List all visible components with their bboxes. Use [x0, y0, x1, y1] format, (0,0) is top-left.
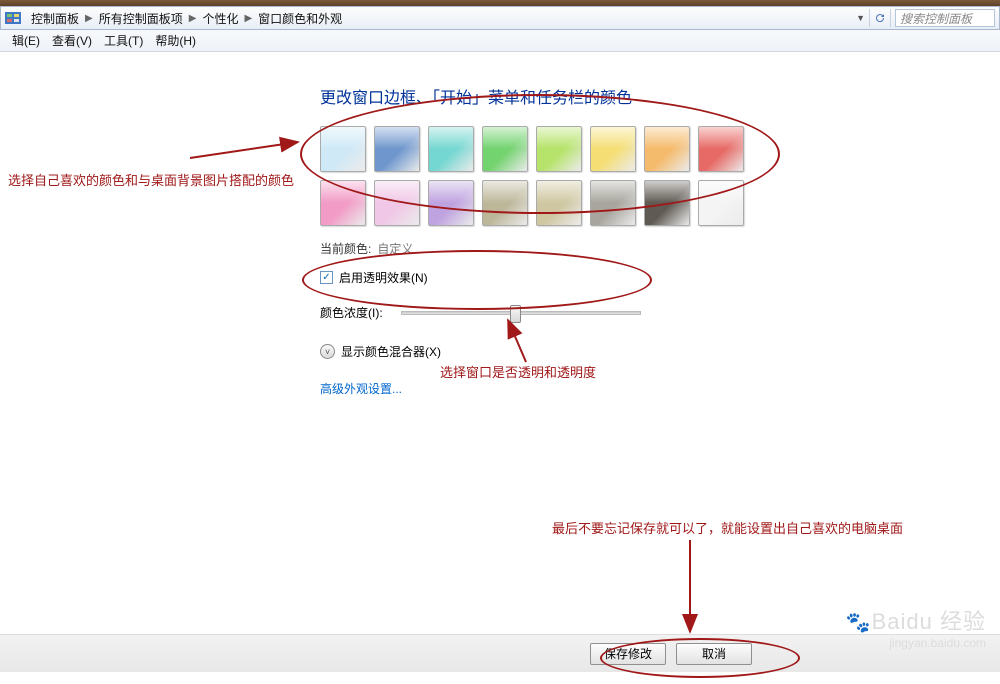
menu-help[interactable]: 帮助(H) [149, 30, 202, 51]
menu-edit[interactable]: 辑(E) [6, 30, 46, 51]
watermark-brand: Baidu 经验 [872, 609, 986, 634]
chevron-right-icon: ▶ [242, 13, 254, 24]
search-input[interactable]: 搜索控制面板 [895, 9, 995, 27]
watermark-url: jingyan.baidu.com [846, 636, 986, 650]
annotation-oval-swatches [300, 94, 780, 214]
refresh-icon[interactable] [869, 9, 891, 27]
annotation-save-hint: 最后不要忘记保存就可以了，就能设置出自己喜欢的电脑桌面 [552, 518, 903, 537]
annotation-arrow-right-1 [190, 136, 310, 169]
intensity-slider[interactable] [401, 311, 641, 315]
menu-tools[interactable]: 工具(T) [98, 30, 149, 51]
current-color-label: 当前颜色: [320, 240, 371, 257]
chevron-right-icon: ▶ [187, 13, 199, 24]
paw-icon: 🐾 [846, 612, 872, 634]
crumb-2[interactable]: 个性化 [198, 10, 242, 27]
annotation-arrow-up-1 [502, 316, 562, 369]
breadcrumb-bar: 控制面板▶ 所有控制面板项▶ 个性化▶ 窗口颜色和外观 ▼ 搜索控制面板 [0, 6, 1000, 30]
chevron-right-icon: ▶ [83, 13, 95, 24]
crumb-0[interactable]: 控制面板 [27, 10, 83, 27]
menu-view[interactable]: 查看(V) [46, 30, 98, 51]
annotation-pick-color: 选择自己喜欢的颜色和与桌面背景图片搭配的颜色 [8, 170, 294, 189]
watermark: 🐾Baidu 经验 jingyan.baidu.com [846, 604, 986, 650]
intensity-label: 颜色浓度(I): [320, 304, 383, 321]
annotation-oval-save [600, 638, 800, 678]
control-panel-icon [5, 11, 23, 25]
color-mixer-label[interactable]: 显示颜色混合器(X) [341, 343, 441, 360]
annotation-oval-transparency [302, 250, 652, 310]
annotation-arrow-down-1 [666, 540, 716, 643]
dropdown-icon[interactable]: ▼ [856, 13, 865, 23]
crumb-1[interactable]: 所有控制面板项 [95, 10, 187, 27]
menu-bar: 辑(E) 查看(V) 工具(T) 帮助(H) [0, 30, 1000, 52]
crumb-3[interactable]: 窗口颜色和外观 [254, 10, 346, 27]
advanced-appearance-link[interactable]: 高级外观设置... [320, 380, 402, 397]
chevron-down-icon[interactable]: ˅ [320, 344, 335, 359]
